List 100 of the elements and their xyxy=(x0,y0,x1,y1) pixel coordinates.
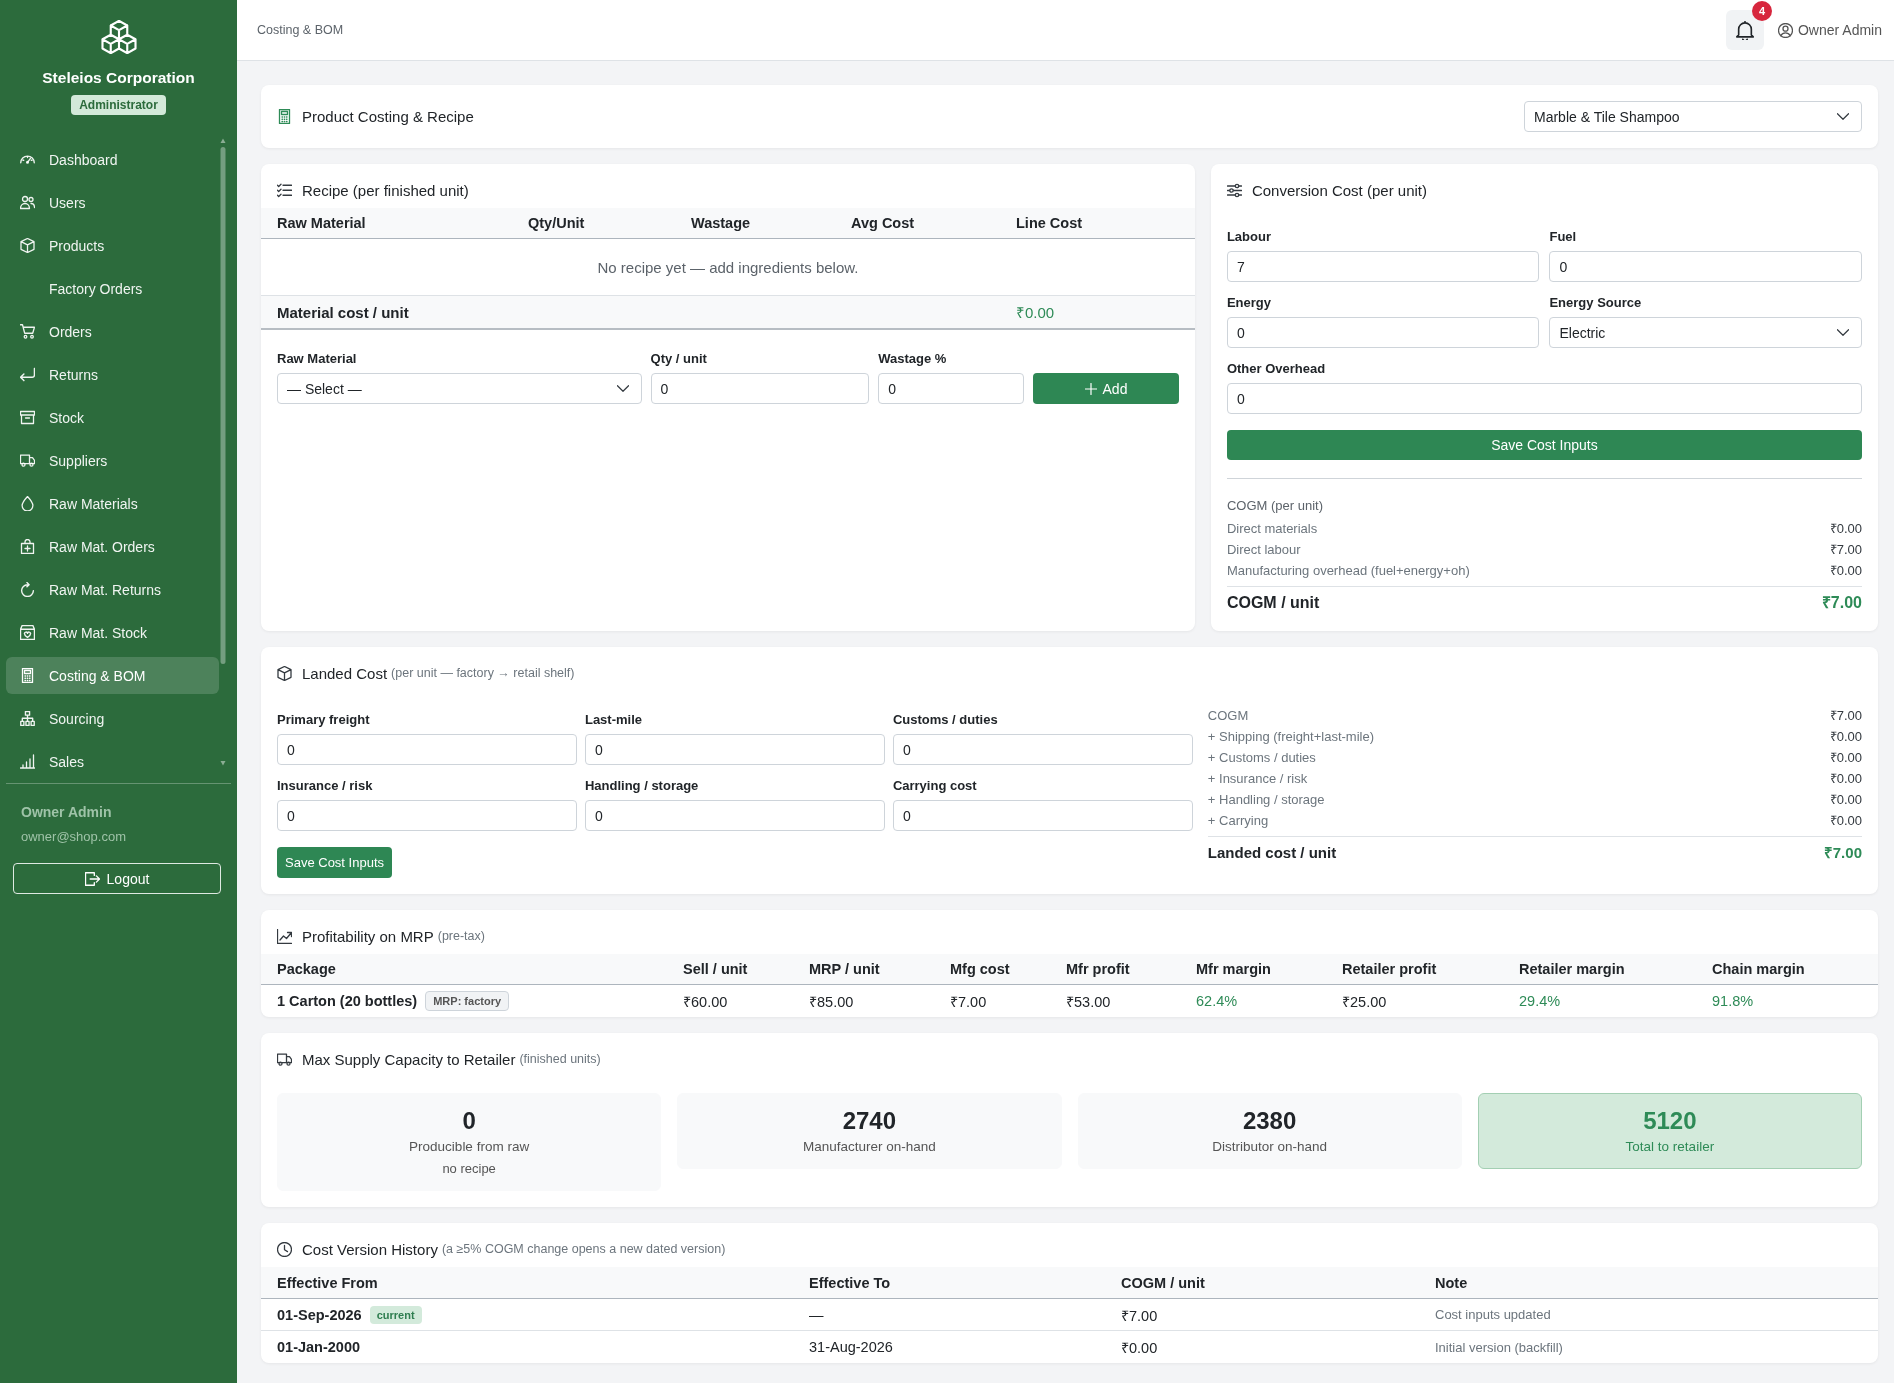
cart-icon xyxy=(20,324,35,339)
checklist-icon xyxy=(277,182,292,198)
input-field[interactable]: 0 xyxy=(584,800,885,831)
field-label: Primary freight xyxy=(277,711,371,728)
stat-value: 2740 xyxy=(842,1106,897,1136)
column-header: Mfr margin xyxy=(1196,961,1272,977)
dropdown[interactable]: — Select — xyxy=(277,373,642,404)
nav-item[interactable]: Users xyxy=(6,184,219,221)
field-label: Fuel xyxy=(1549,228,1578,245)
input-field[interactable]: 7 xyxy=(1226,251,1540,282)
cost-line-value: ₹0.00 xyxy=(1829,770,1862,788)
input-field[interactable]: 0 xyxy=(892,734,1193,765)
company-name: Steleios Corporation xyxy=(42,68,195,87)
nav-item[interactable]: Raw Mat. Returns xyxy=(6,571,219,608)
line-chart-icon xyxy=(277,928,292,944)
stat-label: Producible from raw xyxy=(409,1138,530,1156)
nav-item[interactable]: Suppliers xyxy=(6,442,219,479)
stat-value: 5120 xyxy=(1643,1106,1697,1136)
nav-item[interactable]: Raw Materials xyxy=(6,485,219,522)
calculator-icon xyxy=(277,109,292,124)
column-header: COGM / unit xyxy=(1121,1274,1206,1291)
nav-item[interactable]: Stock xyxy=(6,399,219,436)
logout-button[interactable]: Logout xyxy=(13,863,221,894)
table-cell-text: Initial version (backfill) xyxy=(1435,1339,1564,1355)
input-field[interactable]: 0 xyxy=(892,800,1193,831)
input-field[interactable]: 0 xyxy=(277,800,577,831)
table-cell-text: ₹60.00 xyxy=(683,993,729,1011)
cost-line-label: + Shipping (freight+last-mile) xyxy=(1207,728,1375,746)
dropdown[interactable]: Electric xyxy=(1549,317,1862,348)
stat-label: Distributor on-hand xyxy=(1212,1138,1328,1156)
input-field[interactable]: 0 xyxy=(650,373,870,404)
save-button[interactable]: Save Cost Inputs xyxy=(1226,430,1862,460)
field-label: Raw Material xyxy=(277,350,358,367)
input-field[interactable]: 0 xyxy=(878,373,1025,404)
input-field[interactable]: 0 xyxy=(277,734,577,765)
current-badge: current xyxy=(369,1305,422,1324)
total-value: ₹7.00 xyxy=(1821,593,1862,613)
field-label: Energy xyxy=(1226,294,1272,311)
user-email: owner@shop.com xyxy=(21,828,127,846)
cost-line-label: Direct labour xyxy=(1226,541,1301,559)
field-label: Last-mile xyxy=(584,711,643,728)
sliders-icon xyxy=(1226,182,1242,198)
chevron-down-icon xyxy=(1837,329,1849,336)
nav-item[interactable]: Products xyxy=(6,227,219,264)
cost-line-value: ₹7.00 xyxy=(1829,541,1862,559)
user-menu[interactable]: Owner Admin xyxy=(1777,22,1882,38)
user-name: Owner Admin xyxy=(21,803,113,821)
calculator-icon xyxy=(20,668,35,683)
truck-icon xyxy=(20,453,35,468)
field-label: Labour xyxy=(1226,228,1272,245)
card-title: Conversion Cost (per unit) xyxy=(1251,181,1427,199)
nav-item[interactable]: Factory Orders xyxy=(6,270,219,307)
speedometer-icon xyxy=(20,152,35,167)
table-cell: 01-Jan-2000 xyxy=(277,1339,361,1355)
input-field[interactable]: 0 xyxy=(1226,383,1862,414)
box-heart-icon xyxy=(20,625,35,640)
cost-line-label: + Handling / storage xyxy=(1207,791,1325,809)
role-badge: Administrator xyxy=(71,95,166,115)
nav-item[interactable]: Dashboard xyxy=(6,141,219,178)
cost-line-label: Direct materials xyxy=(1226,520,1318,538)
return-arrow-icon xyxy=(20,367,35,382)
table-cell-text: 31-Aug-2026 xyxy=(809,1339,894,1355)
nav-item[interactable]: Orders xyxy=(6,313,219,350)
column-header: Effective From xyxy=(277,1274,379,1291)
add-button[interactable]: Add xyxy=(1033,373,1179,404)
cost-line-label: + Carrying xyxy=(1207,812,1269,830)
bag-plus-icon xyxy=(20,539,35,554)
nav-item[interactable]: Costing & BOM xyxy=(6,657,219,694)
total-label: COGM / unit xyxy=(1226,593,1320,613)
product-dropdown[interactable]: Marble & Tile Shampoo xyxy=(1524,101,1862,132)
column-header: Retailer profit xyxy=(1342,961,1438,977)
input-field[interactable]: 0 xyxy=(584,734,885,765)
package-name: 1 Carton (20 bottles) xyxy=(277,993,418,1009)
total-value: ₹0.00 xyxy=(1016,303,1056,322)
column-header: Effective To xyxy=(809,1274,892,1291)
field-label: Energy Source xyxy=(1549,294,1643,311)
breadcrumb: Costing & BOM xyxy=(257,23,344,37)
input-field[interactable]: 0 xyxy=(1549,251,1862,282)
cost-line-value: ₹0.00 xyxy=(1829,562,1862,580)
cubes-logo-icon xyxy=(100,20,137,54)
table-cell-text: ₹25.00 xyxy=(1342,993,1388,1011)
cost-line-label: + Insurance / risk xyxy=(1207,770,1308,788)
cost-line-value: ₹0.00 xyxy=(1829,749,1862,767)
table-cell-text: 91.8% xyxy=(1712,993,1755,1009)
truck-icon xyxy=(277,1051,292,1067)
nav-item[interactable]: Raw Mat. Orders xyxy=(6,528,219,565)
nav-item[interactable]: Raw Mat. Stock xyxy=(6,614,219,651)
notification-count-badge: 4 xyxy=(1751,1,1772,21)
cost-line-label: + Customs / duties xyxy=(1207,749,1316,767)
people-icon xyxy=(20,195,35,210)
cost-line-value: ₹0.00 xyxy=(1829,520,1862,538)
save-button[interactable]: Save Cost Inputs xyxy=(277,847,392,878)
scrollbar[interactable] xyxy=(219,137,227,767)
nav-item[interactable]: Sourcing xyxy=(6,700,219,737)
bell-icon xyxy=(1735,20,1754,40)
nav-item[interactable]: Returns xyxy=(6,356,219,393)
input-field[interactable]: 0 xyxy=(1226,317,1540,348)
nav-item[interactable]: Sales xyxy=(6,743,219,780)
summary-title: COGM (per unit) xyxy=(1226,497,1324,514)
bar-chart-icon xyxy=(20,754,35,769)
